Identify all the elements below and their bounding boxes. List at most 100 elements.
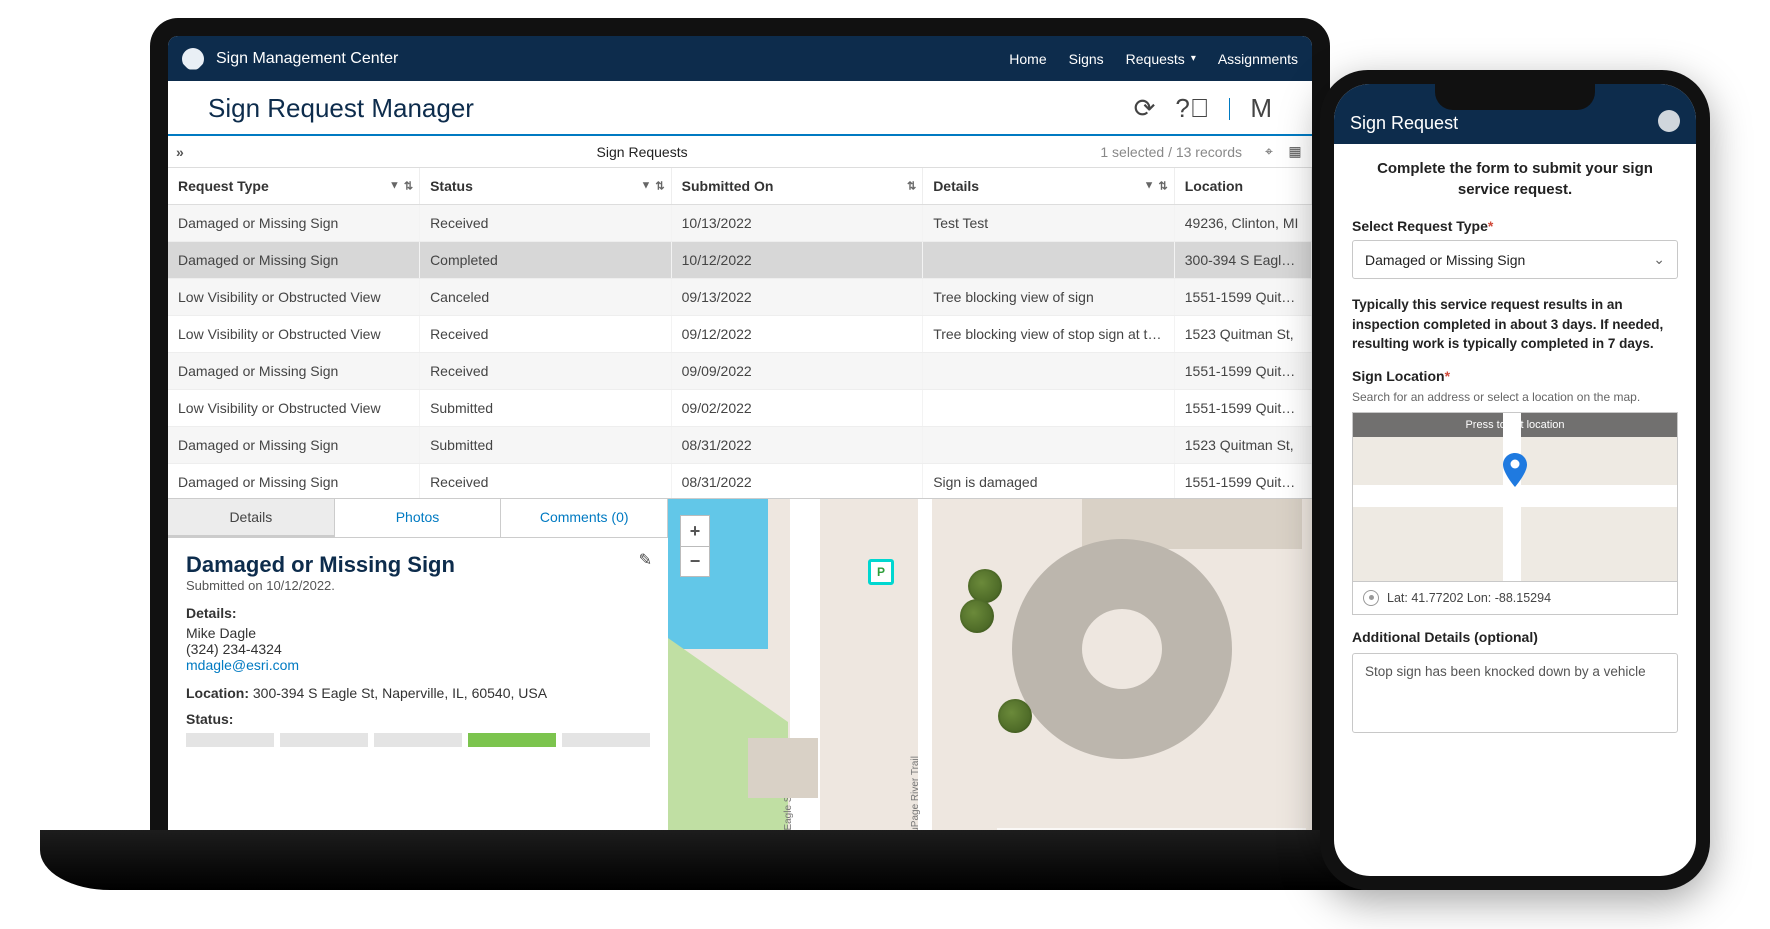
cell-status: Received	[420, 316, 672, 353]
table-row[interactable]: Low Visibility or Obstructed ViewSubmitt…	[168, 390, 1312, 427]
label-text: Select Request Type	[1352, 218, 1488, 234]
tab-comments[interactable]: Comments (0)	[501, 499, 668, 537]
filter-icon[interactable]: ▼	[1144, 180, 1155, 193]
select-value: Damaged or Missing Sign	[1365, 252, 1525, 268]
zoom-out-button[interactable]: −	[681, 546, 709, 576]
tab-details[interactable]: Details	[168, 499, 335, 537]
sign-location-help: Search for an address or select a locati…	[1352, 390, 1678, 404]
detail-email[interactable]: mdagle@esri.com	[186, 657, 650, 673]
textarea-value: Stop sign has been knocked down by a veh…	[1365, 664, 1646, 679]
phone-mockup: Sign Request Complete the form to submit…	[1320, 70, 1710, 890]
request-type-select[interactable]: Damaged or Missing Sign ⌄	[1352, 240, 1678, 279]
page-title-bar: Sign Request Manager ⟳ ?⃝ M	[168, 81, 1312, 136]
latlon-text: Lat: 41.77202 Lon: -88.15294	[1387, 591, 1551, 605]
nav-requests-label: Requests	[1126, 51, 1185, 67]
map-culdesac	[1012, 539, 1232, 759]
nav-signs[interactable]: Signs	[1069, 51, 1104, 67]
label-text: Sign Location	[1352, 368, 1445, 384]
cell-location: 1551-1599 Quitman	[1174, 353, 1311, 390]
sort-icon[interactable]: ⇅	[404, 180, 413, 193]
map-building	[748, 738, 818, 798]
app-header: Sign Management Center Home Signs Reques…	[168, 36, 1312, 81]
filter-icon[interactable]: ▼	[641, 180, 652, 193]
app-title: Sign Management Center	[216, 50, 398, 68]
expand-icon[interactable]: »	[176, 144, 184, 160]
help-icon[interactable]: ?⃝	[1175, 93, 1209, 124]
user-initial[interactable]: M	[1250, 93, 1272, 124]
cell-date: 09/09/2022	[671, 353, 923, 390]
tab-photos[interactable]: Photos	[335, 499, 502, 537]
location-pin-icon	[1503, 453, 1527, 487]
grid-toolbar: » Sign Requests 1 selected / 13 records …	[168, 136, 1312, 168]
app-logo-icon	[182, 48, 204, 70]
table-row[interactable]: Damaged or Missing SignSubmitted08/31/20…	[168, 427, 1312, 464]
cell-details	[923, 427, 1175, 464]
status-step	[280, 733, 368, 747]
col-request-type[interactable]: Request Type▼⇅	[168, 168, 420, 205]
location-mini-map[interactable]: Press to set location	[1352, 412, 1678, 582]
additional-details-label: Additional Details (optional)	[1352, 629, 1678, 645]
sort-icon[interactable]: ⇅	[907, 180, 916, 193]
cell-details	[923, 242, 1175, 279]
cell-type: Damaged or Missing Sign	[168, 242, 420, 279]
col-status[interactable]: Status▼⇅	[420, 168, 672, 205]
detail-tabs: Details Photos Comments (0)	[168, 499, 668, 538]
nav-requests[interactable]: Requests ▾	[1126, 51, 1196, 67]
status-step	[186, 733, 274, 747]
cell-date: 09/02/2022	[671, 390, 923, 427]
filter-icon[interactable]: ▼	[389, 180, 400, 193]
columns-icon[interactable]: ▦	[1286, 143, 1304, 161]
filter-selection-icon[interactable]: ⌖	[1260, 143, 1278, 161]
cell-location: 1523 Quitman St,	[1174, 427, 1311, 464]
additional-details-input[interactable]: Stop sign has been knocked down by a veh…	[1352, 653, 1678, 733]
laptop-base	[40, 830, 1430, 890]
sign-marker-icon[interactable]: P	[868, 559, 894, 585]
request-type-label: Select Request Type*	[1352, 218, 1678, 234]
status-progress	[186, 733, 650, 747]
col-details[interactable]: Details▼⇅	[923, 168, 1175, 205]
cell-status: Submitted	[420, 427, 672, 464]
table-row[interactable]: Low Visibility or Obstructed ViewCancele…	[168, 279, 1312, 316]
phone-screen: Sign Request Complete the form to submit…	[1334, 84, 1696, 876]
cell-date: 09/12/2022	[671, 316, 923, 353]
cell-type: Damaged or Missing Sign	[168, 464, 420, 501]
col-location[interactable]: Location	[1174, 168, 1311, 205]
refresh-icon[interactable]: ⟳	[1134, 93, 1156, 124]
edit-icon[interactable]: ✎	[639, 550, 652, 570]
tree-icon	[998, 699, 1032, 733]
cell-location: 49236, Clinton, MI	[1174, 205, 1311, 242]
nav-home[interactable]: Home	[1009, 51, 1046, 67]
cell-details: Tree blocking view of sign	[923, 279, 1175, 316]
top-nav: Home Signs Requests ▾ Assignments	[1009, 51, 1298, 67]
sort-icon[interactable]: ⇅	[1159, 180, 1168, 193]
cell-status: Submitted	[420, 390, 672, 427]
form-lead: Complete the form to submit your sign se…	[1352, 158, 1678, 200]
target-icon[interactable]	[1363, 590, 1379, 606]
location-row: Location: 300-394 S Eagle St, Naperville…	[186, 685, 650, 701]
page-title: Sign Request Manager	[208, 93, 474, 124]
detail-body: ✎ Damaged or Missing Sign Submitted on 1…	[168, 538, 668, 761]
cell-type: Low Visibility or Obstructed View	[168, 279, 420, 316]
table-row[interactable]: Low Visibility or Obstructed ViewReceive…	[168, 316, 1312, 353]
table-header-row: Request Type▼⇅ Status▼⇅ Submitted On⇅ De…	[168, 168, 1312, 205]
detail-phone: (324) 234-4324	[186, 641, 650, 657]
cell-date: 08/31/2022	[671, 464, 923, 501]
map-panel[interactable]: S Eagle St DuPage River Trail P + − Esri…	[668, 499, 1312, 848]
nav-assignments[interactable]: Assignments	[1218, 51, 1298, 67]
table-row[interactable]: Damaged or Missing SignReceived10/13/202…	[168, 205, 1312, 242]
cell-status: Received	[420, 353, 672, 390]
table-row[interactable]: Damaged or Missing SignCompleted10/12/20…	[168, 242, 1312, 279]
table-row[interactable]: Damaged or Missing SignReceived09/09/202…	[168, 353, 1312, 390]
table-row[interactable]: Damaged or Missing SignReceived08/31/202…	[168, 464, 1312, 501]
cell-status: Received	[420, 464, 672, 501]
cell-date: 10/13/2022	[671, 205, 923, 242]
avatar-icon[interactable]	[1658, 110, 1680, 132]
location-value: 300-394 S Eagle St, Naperville, IL, 6054…	[253, 685, 547, 701]
cell-location: 1551-1599 Quitman	[1174, 390, 1311, 427]
sort-icon[interactable]: ⇅	[655, 180, 664, 193]
cell-type: Damaged or Missing Sign	[168, 353, 420, 390]
cell-location: 1551-1599 Quitman	[1174, 464, 1311, 501]
col-submitted-on[interactable]: Submitted On⇅	[671, 168, 923, 205]
sign-location-label: Sign Location*	[1352, 368, 1678, 384]
zoom-in-button[interactable]: +	[681, 516, 709, 546]
